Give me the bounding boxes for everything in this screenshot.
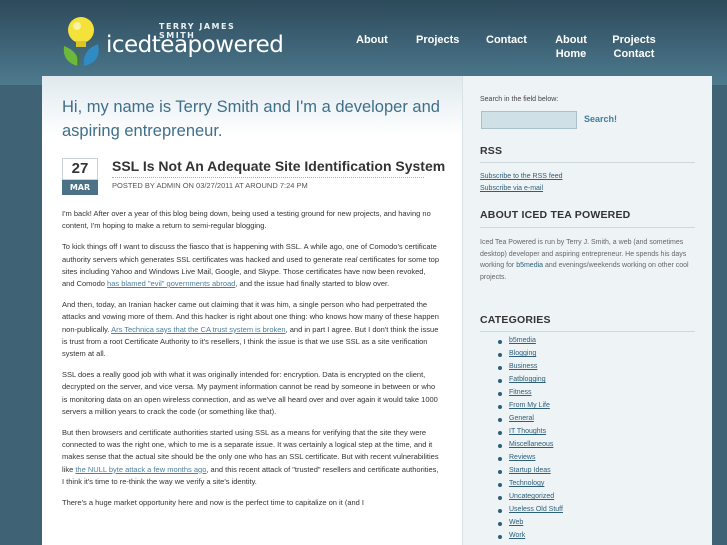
main-nav: About Projects Contact About Home Project… — [0, 33, 727, 63]
category-item[interactable]: Reviews — [498, 454, 563, 467]
post-meta: POSTED BY ADMIN ON 03/27/2011 AT AROUND … — [112, 181, 308, 190]
divider — [480, 162, 695, 163]
category-label[interactable]: Reviews — [509, 454, 535, 461]
category-label[interactable]: Business — [509, 363, 537, 370]
category-item[interactable]: General — [498, 415, 563, 428]
post-paragraph: And then, today, an Iranian hacker came … — [62, 299, 440, 360]
category-label[interactable]: b5media — [509, 337, 536, 344]
category-item[interactable]: From My Life — [498, 402, 563, 415]
nav-about[interactable]: About — [356, 33, 388, 47]
search-button[interactable]: Search! — [584, 114, 617, 124]
title-divider — [112, 177, 424, 178]
category-label[interactable]: Useless Old Stuff — [509, 506, 563, 513]
category-item[interactable]: Fatblogging — [498, 376, 563, 389]
search-input[interactable] — [481, 111, 577, 129]
rss-heading: RSS — [480, 145, 503, 157]
category-item[interactable]: Miscellaneous — [498, 441, 563, 454]
email-subscribe-link[interactable]: Subscribe via e-mail — [480, 183, 543, 195]
post-date: 27 MAR — [62, 158, 98, 196]
category-item[interactable]: Work — [498, 532, 563, 545]
intro-heading: Hi, my name is Terry Smith and I'm a dev… — [62, 98, 440, 140]
post-paragraph: There's a huge market opportunity here a… — [62, 498, 365, 508]
nav-about-home[interactable]: About Home — [550, 33, 592, 61]
post-paragraph: I'm back! After over a year of this blog… — [62, 209, 431, 231]
nav-projects[interactable]: Projects — [416, 33, 459, 47]
about-link-b5media[interactable]: b5media — [516, 262, 543, 269]
text: , and the issue had finally started to b… — [235, 279, 390, 289]
about-heading: ABOUT ICED TEA POWERED — [480, 209, 631, 221]
category-item[interactable]: Startup Ideas — [498, 467, 563, 480]
post-link-null-byte[interactable]: the NULL byte attack a few months ago — [75, 465, 206, 474]
category-item[interactable]: b5media — [498, 337, 563, 350]
category-label[interactable]: Uncategorized — [509, 493, 554, 500]
category-item[interactable]: Blogging — [498, 350, 563, 363]
post-date-month: MAR — [62, 180, 98, 195]
categories-list: b5media Blogging Business Fatblogging Fi… — [498, 337, 563, 545]
search-label: Search in the field below: — [480, 96, 559, 103]
nav-projects-contact[interactable]: Projects Contact — [608, 33, 660, 61]
about-text: Iced Tea Powered is run by Terry J. Smit… — [480, 237, 695, 283]
category-label[interactable]: IT Thoughts — [509, 428, 546, 435]
category-label[interactable]: Miscellaneous — [509, 441, 553, 448]
category-label[interactable]: Startup Ideas — [509, 467, 551, 474]
post-body: I'm back! After over a year of this blog… — [62, 208, 440, 518]
post-link-governments[interactable]: has blamed "evil" governments abroad — [107, 279, 235, 288]
category-item[interactable]: Fitness — [498, 389, 563, 402]
divider — [480, 227, 695, 228]
category-label[interactable]: Blogging — [509, 350, 536, 357]
emphasis: real — [344, 254, 358, 264]
nav-contact[interactable]: Contact — [486, 33, 527, 47]
post-paragraph: SSL does a really good job with what it … — [62, 370, 438, 416]
category-label[interactable]: General — [509, 415, 534, 422]
categories-heading: CATEGORIES — [480, 314, 551, 326]
category-item[interactable]: Business — [498, 363, 563, 376]
divider — [480, 331, 695, 332]
category-label[interactable]: Fatblogging — [509, 376, 546, 383]
category-item[interactable]: IT Thoughts — [498, 428, 563, 441]
post-link-ars-technica[interactable]: Ars Technica says that the CA trust syst… — [111, 325, 286, 334]
post-paragraph: To kick things off I want to discuss the… — [62, 241, 440, 290]
post-title[interactable]: SSL Is Not An Adequate Site Identificati… — [112, 158, 445, 174]
category-item[interactable]: Web — [498, 519, 563, 532]
post-paragraph: But then browsers and certificate author… — [62, 427, 440, 488]
category-item[interactable]: Technology — [498, 480, 563, 493]
category-item[interactable]: Useless Old Stuff — [498, 506, 563, 519]
category-label[interactable]: Work — [509, 532, 525, 539]
category-label[interactable]: Web — [509, 519, 523, 526]
category-label[interactable]: Technology — [509, 480, 544, 487]
post-date-day: 27 — [62, 158, 98, 180]
category-item[interactable]: Uncategorized — [498, 493, 563, 506]
rss-feed-link[interactable]: Subscribe to the RSS feed — [480, 171, 563, 183]
category-label[interactable]: From My Life — [509, 402, 550, 409]
site-header: TERRY JAMES SMITH icedteapowered About P… — [0, 0, 727, 85]
category-label[interactable]: Fitness — [509, 389, 532, 396]
